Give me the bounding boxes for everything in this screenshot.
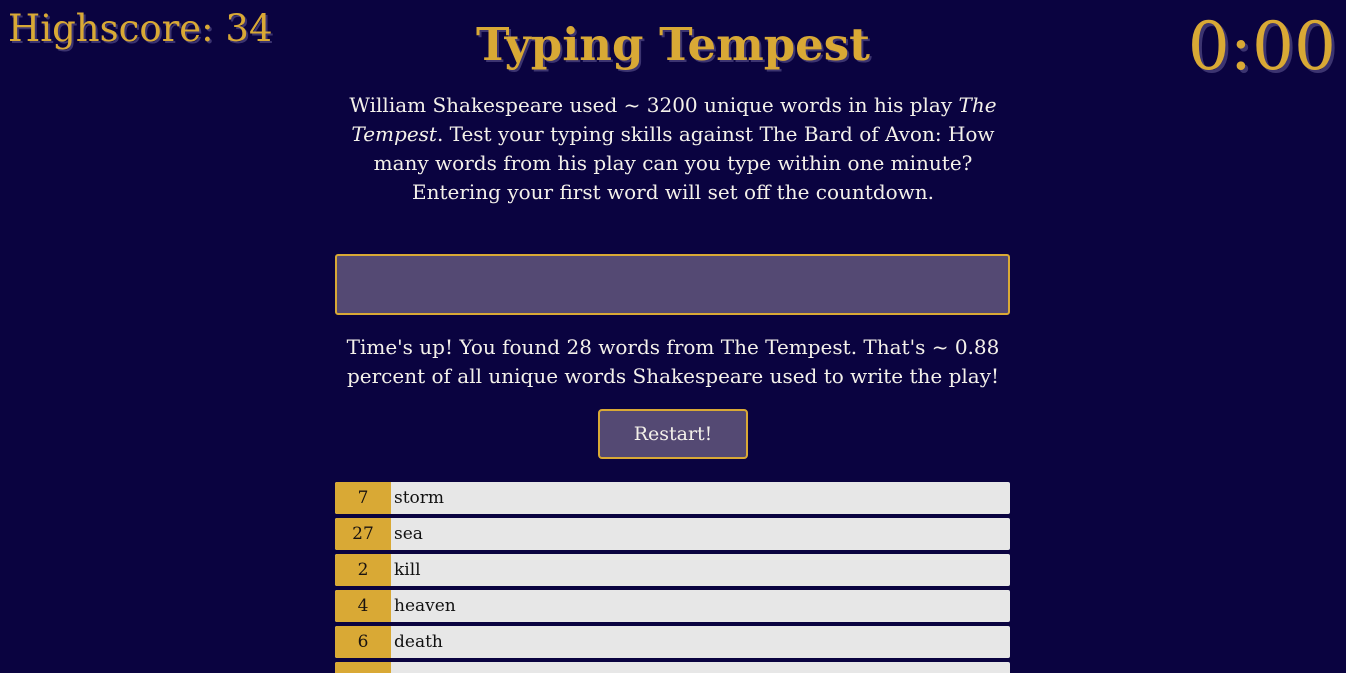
- word-count: 2: [335, 554, 391, 586]
- word-count: 7: [335, 482, 391, 514]
- word-count: [335, 662, 391, 673]
- list-item: [335, 662, 1010, 673]
- intro-text-end: . Test your typing skills against The Ba…: [373, 122, 995, 204]
- word-text: sea: [394, 524, 423, 544]
- word-text: [391, 662, 394, 673]
- word-count: 27: [335, 518, 391, 550]
- list-item: 27 sea: [335, 518, 1010, 550]
- word-text: death: [394, 632, 443, 652]
- word-count: 6: [335, 626, 391, 658]
- list-item: 4 heaven: [335, 590, 1010, 622]
- page-title: Typing Tempest: [476, 18, 870, 71]
- word-text: kill: [394, 560, 421, 580]
- word-text: storm: [394, 488, 445, 508]
- intro-text-start: William Shakespeare used ~ 3200 unique w…: [349, 93, 959, 117]
- word-text: heaven: [394, 596, 456, 616]
- list-item: 7 storm: [335, 482, 1010, 514]
- word-input[interactable]: [335, 254, 1010, 315]
- list-item: 2 kill: [335, 554, 1010, 586]
- countdown-timer: 0:00: [1187, 8, 1336, 85]
- word-count: 4: [335, 590, 391, 622]
- list-item: 6 death: [335, 626, 1010, 658]
- result-message: Time's up! You found 28 words from The T…: [346, 335, 1000, 388]
- page: Highscore: 34 Typing Tempest 0:00 Willia…: [0, 0, 1346, 673]
- found-words-list: 7 storm 27 sea 2 kill 4 heaven 6 death: [335, 482, 1010, 673]
- restart-button[interactable]: Restart!: [598, 409, 748, 459]
- intro-text: William Shakespeare used ~ 3200 unique w…: [326, 91, 1020, 207]
